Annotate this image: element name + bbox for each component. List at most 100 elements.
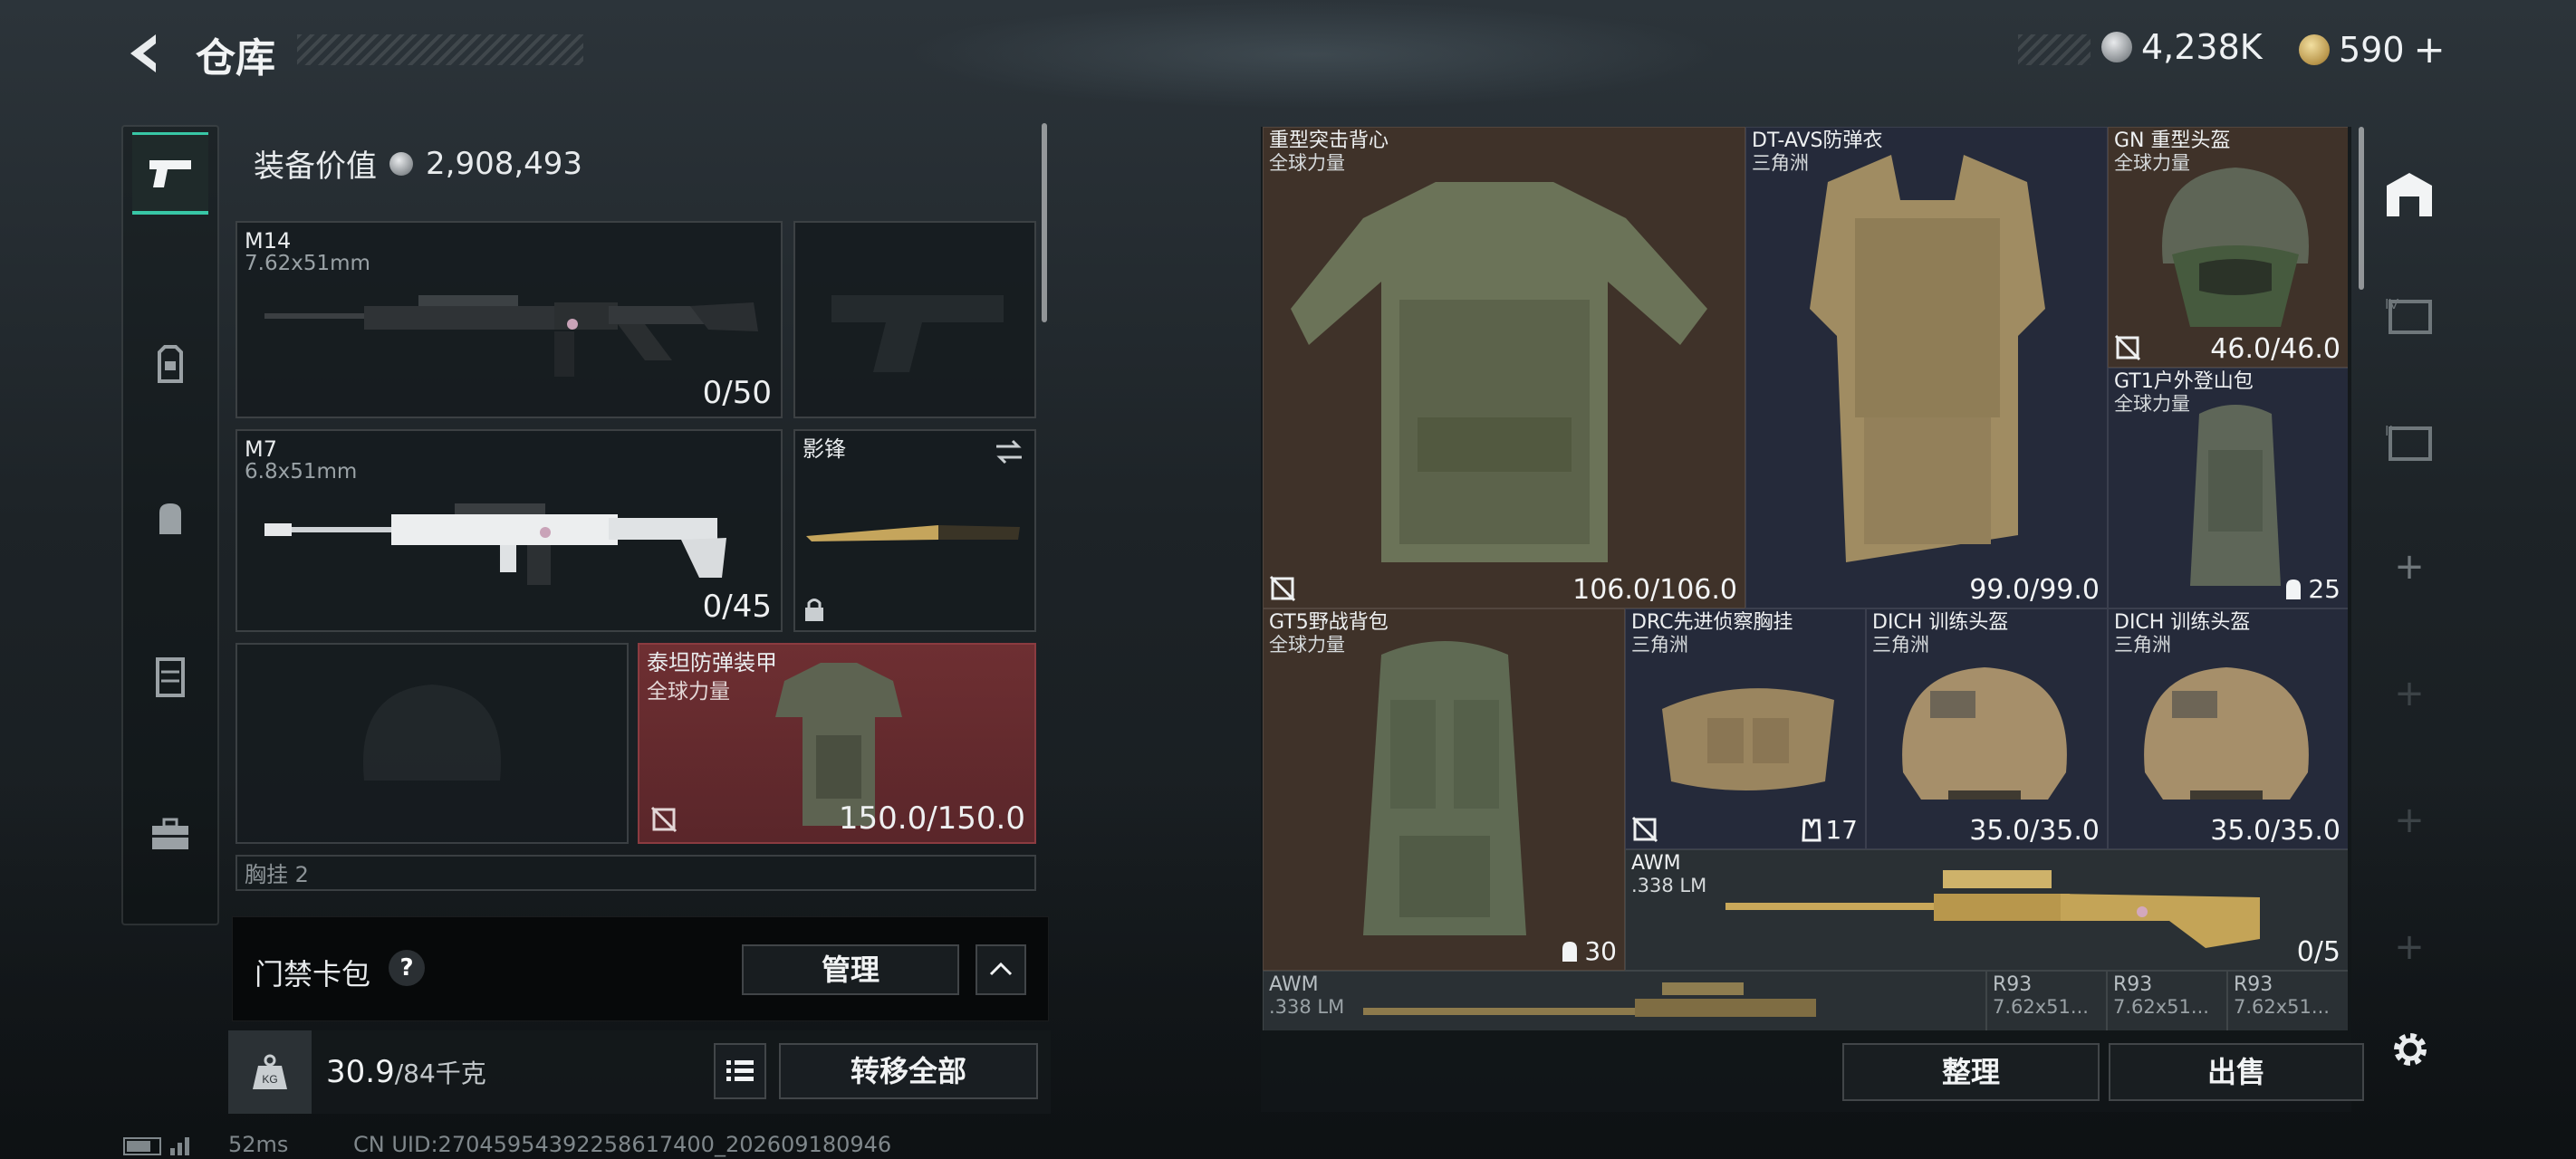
warehouse-item[interactable]: 重型突击背心 全球力量 106.0/106.0 xyxy=(1263,127,1745,608)
item-caliber: 7.62x51... xyxy=(2113,996,2209,1018)
heavy-vest-image xyxy=(1291,182,1707,562)
tab-chest-rig[interactable] xyxy=(132,639,208,715)
warehouse-item[interactable]: R93 7.62x51... xyxy=(1986,971,2107,1030)
battery-signal-icon xyxy=(123,1137,189,1155)
weight-icon: KG xyxy=(228,1030,312,1114)
currency-decoration xyxy=(2018,34,2091,65)
warehouse-item[interactable]: R93 7.62x51... xyxy=(2107,971,2227,1030)
plus-icon[interactable]: + xyxy=(2373,531,2446,603)
ammo-count: 0/50 xyxy=(702,375,772,411)
item-durability: 106.0/106.0 xyxy=(1572,574,1737,606)
sell-button[interactable]: 出售 xyxy=(2109,1043,2364,1101)
warehouse-item[interactable]: DT-AVS防弹衣 三角洲 99.0/99.0 xyxy=(1745,127,2108,608)
melee-name: 影锋 xyxy=(803,436,846,462)
tab-weapons[interactable] xyxy=(132,132,208,215)
item-capacity-value: 25 xyxy=(2308,574,2341,604)
gold-add-button[interactable]: + xyxy=(2414,27,2446,72)
tab-warehouse-4[interactable]: IV xyxy=(2373,279,2446,351)
item-caliber: 7.62x51... xyxy=(2234,996,2330,1018)
item-ammo: 0/5 xyxy=(2296,936,2341,968)
gn-helmet-image xyxy=(2162,168,2309,327)
warehouse-item[interactable]: GT5野战背包 全球力量 30 xyxy=(1263,608,1625,971)
silver-coin-icon xyxy=(2101,32,2132,62)
secondary-weapon-slot[interactable]: M7 6.8x51mm 0/45 xyxy=(235,429,783,632)
tab-warehouse-1[interactable] xyxy=(2373,158,2446,230)
weight-max: /84千克 xyxy=(394,1058,486,1088)
help-icon[interactable]: ? xyxy=(389,950,425,986)
loadout-category-rail xyxy=(121,125,219,925)
plus-icon[interactable]: + xyxy=(2373,657,2446,730)
warehouse-item[interactable]: DICH 训练头盔 三角洲 35.0/35.0 xyxy=(1866,608,2108,849)
access-card-pack: 门禁卡包 ? 管理 xyxy=(232,916,1049,1021)
manage-button[interactable]: 管理 xyxy=(742,944,959,995)
tab-supplies[interactable] xyxy=(132,797,208,873)
warehouse-item[interactable]: DICH 训练头盔 三角洲 35.0/35.0 xyxy=(2108,608,2348,849)
backpack-icon xyxy=(1562,941,1578,962)
no-repair-icon xyxy=(1269,575,1296,602)
bag-icon xyxy=(159,503,181,534)
helmet-silhouette-icon xyxy=(362,685,502,781)
sidearm-slot[interactable] xyxy=(793,221,1036,418)
chest-rig-slot[interactable]: 胸挂 2 xyxy=(235,855,1036,891)
item-name: GN 重型头盔 xyxy=(2114,129,2231,152)
awm-rifle-image xyxy=(1363,982,1816,1017)
item-name: 重型突击背心 xyxy=(1269,129,1389,152)
equipment-value-amount: 2,908,493 xyxy=(426,145,583,182)
warehouse-item[interactable]: DRC先进侦察胸挂 三角洲 17 xyxy=(1625,608,1866,849)
no-repair-icon xyxy=(1631,816,1658,843)
melee-slot[interactable]: 影锋 xyxy=(793,429,1036,632)
warehouse-item[interactable]: R93 7.62x51... xyxy=(2227,971,2348,1030)
warehouse-grid: 重型突击背心 全球力量 106.0/106.0 DT-AVS防弹衣 三角洲 99… xyxy=(1263,127,2348,1030)
item-name: GT1户外登山包 xyxy=(2114,370,2254,393)
weight-value: 30.9/84千克 xyxy=(326,1054,486,1090)
chevron-up-icon xyxy=(989,962,1013,976)
warehouse-item[interactable]: GN 重型头盔 全球力量 46.0/46.0 xyxy=(2108,127,2348,368)
svg-text:IV: IV xyxy=(2385,297,2398,312)
warehouse-item[interactable]: AWM .338 LM 0/5 xyxy=(1625,849,2348,971)
tab-warehouse-2[interactable]: II xyxy=(2373,406,2446,478)
swap-icon[interactable] xyxy=(993,438,1025,465)
list-icon xyxy=(726,1060,754,1081)
awm-rifle-image xyxy=(1725,870,2260,948)
list-view-button[interactable] xyxy=(714,1043,766,1099)
item-durability: 99.0/99.0 xyxy=(1969,574,2100,606)
item-faction: 三角洲 xyxy=(1631,634,1688,656)
expand-button[interactable] xyxy=(976,944,1026,995)
title-decoration xyxy=(297,34,583,65)
item-capacity: 30 xyxy=(1559,936,1617,966)
weight-current: 30.9 xyxy=(326,1054,395,1090)
tab-armor[interactable] xyxy=(132,326,208,402)
plus-icon[interactable]: + xyxy=(2373,911,2446,983)
gold-currency[interactable]: 590 + xyxy=(2299,27,2446,72)
warehouse-tab-icon: II xyxy=(2385,424,2432,461)
armor-slot[interactable]: 泰坦防弹装甲 全球力量 150.0/150.0 xyxy=(638,643,1036,844)
item-caliber: .338 LM xyxy=(1269,996,1345,1018)
plus-icon[interactable]: + xyxy=(2373,784,2446,857)
item-durability: 35.0/35.0 xyxy=(1969,815,2100,847)
warehouse-item[interactable]: AWM .338 LM xyxy=(1263,971,1986,1030)
silver-coin-icon xyxy=(389,151,413,176)
equipment-value-label: 装备价值 xyxy=(254,148,377,185)
sort-button[interactable]: 整理 xyxy=(1842,1043,2100,1101)
item-caliber: 7.62x51... xyxy=(1993,996,2089,1018)
helmet-slot[interactable] xyxy=(235,643,629,844)
transfer-all-button[interactable]: 转移全部 xyxy=(779,1043,1038,1099)
item-faction: 全球力量 xyxy=(1269,634,1345,656)
loadout-scrollbar[interactable] xyxy=(1042,123,1047,322)
dich-helmet-image xyxy=(2144,667,2309,800)
tab-backpack[interactable] xyxy=(132,480,208,556)
item-durability: 46.0/46.0 xyxy=(2210,333,2341,365)
back-arrow-icon[interactable] xyxy=(123,31,168,76)
warehouse-item[interactable]: GT1户外登山包 全球力量 25 xyxy=(2108,368,2348,608)
item-name: DICH 训练头盔 xyxy=(1872,611,2009,634)
settings-icon[interactable] xyxy=(2388,1027,2433,1072)
lock-icon xyxy=(805,599,823,621)
primary-weapon-slot[interactable]: M14 7.62x51mm 0/50 xyxy=(235,221,783,418)
item-name: DICH 训练头盔 xyxy=(2114,611,2251,634)
dt-avs-vest-image xyxy=(1810,155,2045,562)
armor-faction: 全球力量 xyxy=(647,680,730,704)
item-name: DRC先进侦察胸挂 xyxy=(1631,611,1793,634)
svg-text:KG: KG xyxy=(262,1073,277,1086)
warehouse-panel: 重型突击背心 全球力量 106.0/106.0 DT-AVS防弹衣 三角洲 99… xyxy=(1261,127,2364,1112)
gold-amount: 590 xyxy=(2339,29,2405,70)
